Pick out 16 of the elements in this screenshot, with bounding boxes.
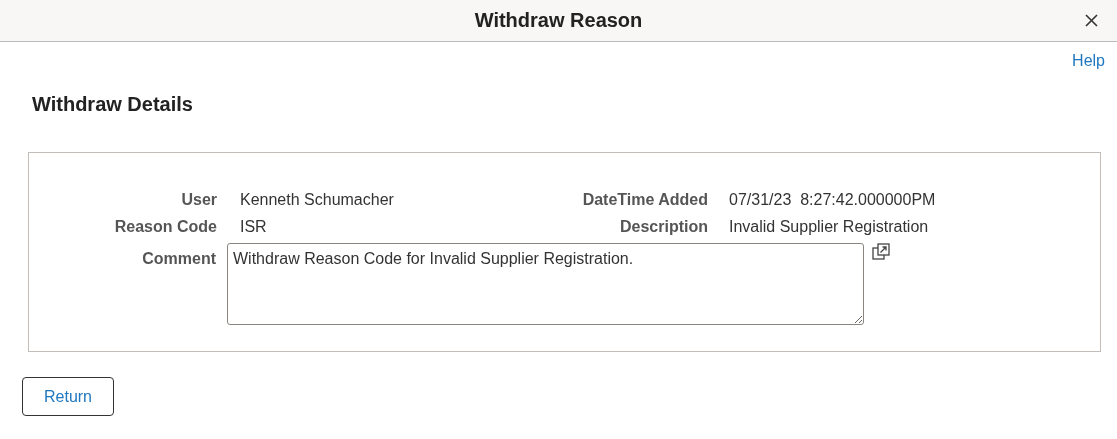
expand-icon[interactable] bbox=[872, 243, 890, 260]
window-title: Withdraw Reason bbox=[474, 9, 643, 32]
field-value: Invalid Supplier Registration bbox=[728, 218, 930, 236]
field-label: DateTime Added bbox=[581, 191, 708, 209]
close-icon[interactable] bbox=[1085, 14, 1098, 27]
return-button[interactable]: Return bbox=[22, 377, 114, 416]
field-label: Comment bbox=[141, 250, 216, 268]
help-link[interactable]: Help bbox=[1072, 52, 1105, 72]
field-label: Description bbox=[619, 218, 708, 236]
comment-field[interactable]: Withdraw Reason Code for Invalid Supplier Registration. bbox=[227, 243, 864, 325]
field-value: ISR bbox=[239, 218, 268, 236]
field-label: Reason Code bbox=[113, 218, 217, 236]
field-label: User bbox=[180, 191, 217, 209]
field-value: 07/31/23 8:27:42.000000PM bbox=[728, 191, 937, 209]
field-value: Kenneth Schumacher bbox=[239, 191, 395, 209]
section-title: Withdraw Details bbox=[32, 93, 194, 117]
